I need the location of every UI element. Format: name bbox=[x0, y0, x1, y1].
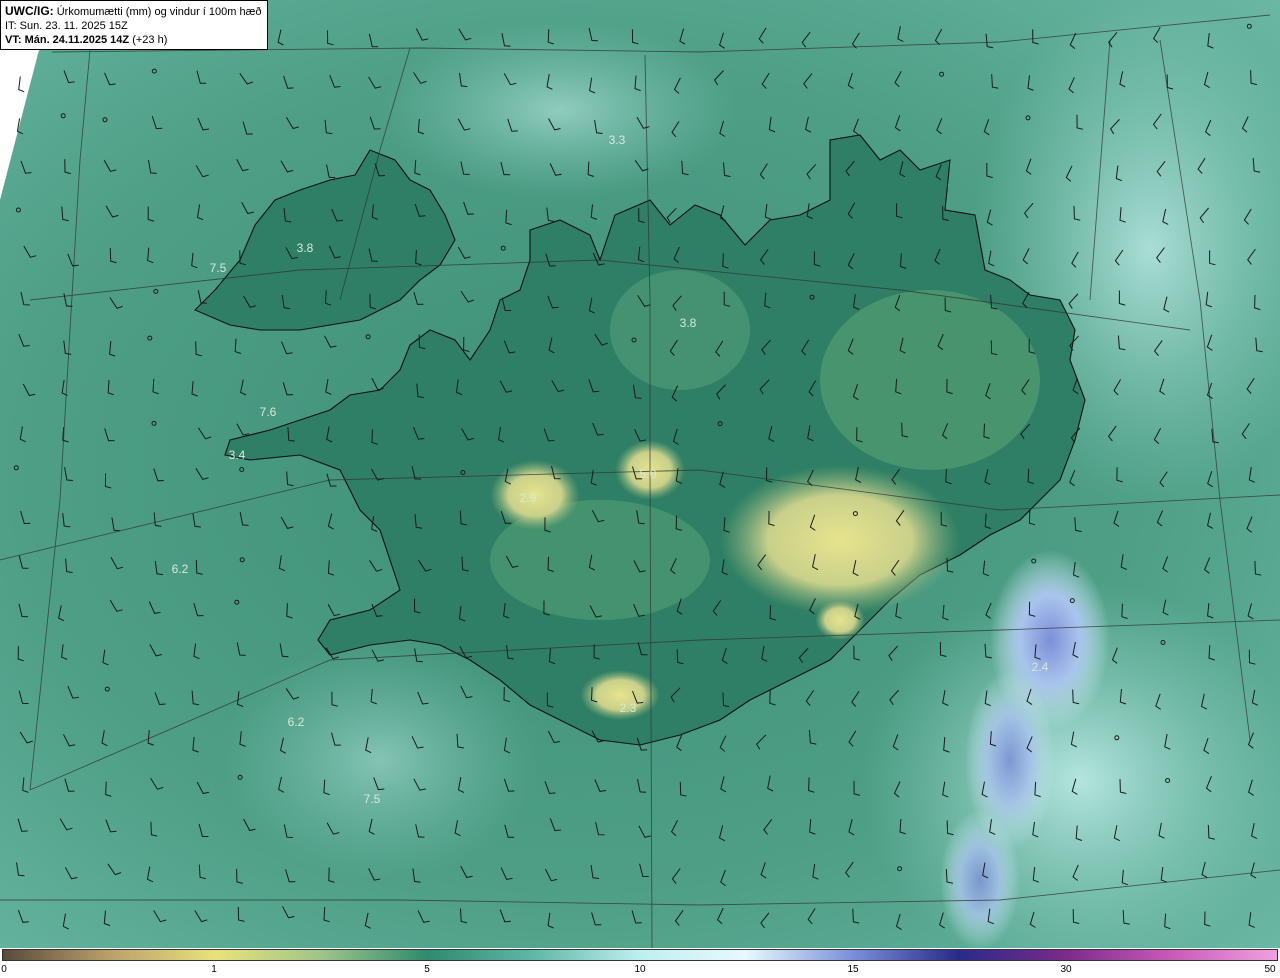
colorbar: 0 1 5 10 15 30 50 bbox=[0, 948, 1280, 978]
vatnajokull-glacier bbox=[720, 465, 960, 615]
value-label-faxafloi: 6.2 bbox=[172, 562, 189, 576]
value-label-south-sea: 7.5 bbox=[364, 792, 381, 806]
title-line: UWC/IG: Úrkomumætti (mm) og vindur í 100… bbox=[5, 4, 263, 19]
colorbar-tick-15: 15 bbox=[847, 964, 859, 975]
colorbar-tick-30: 30 bbox=[1060, 964, 1072, 975]
value-label-westfjords: 3.8 bbox=[297, 241, 314, 255]
value-label-langjokull: 2.9 bbox=[520, 491, 537, 505]
light-sea-north bbox=[380, 20, 740, 200]
precipitation-map: 3.8 7.5 7.6 3.4 3.8 2.9 5.0 6.2 6.2 7.5 2.4 2.3 3.3 bbox=[0, 0, 1280, 948]
colorbar-tick-50: 50 bbox=[1264, 964, 1276, 975]
precip-band-3 bbox=[940, 810, 1020, 948]
value-label-reykjanes-south: 6.2 bbox=[288, 715, 305, 729]
value-label-north-central: 3.8 bbox=[680, 316, 697, 330]
valid-time-date: Mán. 24.11.2025 14Z bbox=[24, 34, 130, 46]
colorbar-strip bbox=[2, 949, 1278, 961]
value-label-southeast-sea: 2.4 bbox=[1032, 660, 1049, 674]
value-label-north-sea: 3.3 bbox=[609, 133, 626, 147]
map-title-box: UWC/IG: Úrkomumætti (mm) og vindur í 100… bbox=[0, 0, 268, 50]
initial-time: IT: Sun. 23. 11. 2025 15Z bbox=[5, 20, 128, 32]
value-label-west-sea: 7.5 bbox=[210, 261, 227, 275]
colorbar-tick-1: 1 bbox=[211, 964, 217, 975]
valid-time-lead: (+23 h) bbox=[132, 34, 168, 46]
model-prefix: UWC/IG: bbox=[5, 4, 54, 18]
value-label-snaefellsnes-tip: 3.4 bbox=[229, 448, 246, 462]
value-label-hofsjokull: 5.0 bbox=[640, 467, 657, 481]
terrain-north bbox=[610, 270, 750, 390]
colorbar-tick-5: 5 bbox=[424, 964, 430, 975]
valid-time-label: VT: bbox=[5, 34, 22, 46]
value-label-snaefellsnes-north: 7.6 bbox=[260, 405, 277, 419]
light-sea-south bbox=[220, 640, 540, 880]
valid-time-line: VT: Mán. 24.11.2025 14Z (+23 h) bbox=[5, 33, 263, 47]
colorbar-tick-0: 0 bbox=[1, 964, 7, 975]
terrain-east bbox=[820, 290, 1040, 470]
map-frame: 3.8 7.5 7.6 3.4 3.8 2.9 5.0 6.2 6.2 7.5 2.4 2.3 3.3 … bbox=[0, 0, 1280, 978]
title-description: Úrkomumætti (mm) og vindur í 100m hæð bbox=[56, 6, 262, 18]
colorbar-tick-10: 10 bbox=[634, 964, 646, 975]
value-label-myrdalsjokull: 2.3 bbox=[620, 701, 637, 715]
